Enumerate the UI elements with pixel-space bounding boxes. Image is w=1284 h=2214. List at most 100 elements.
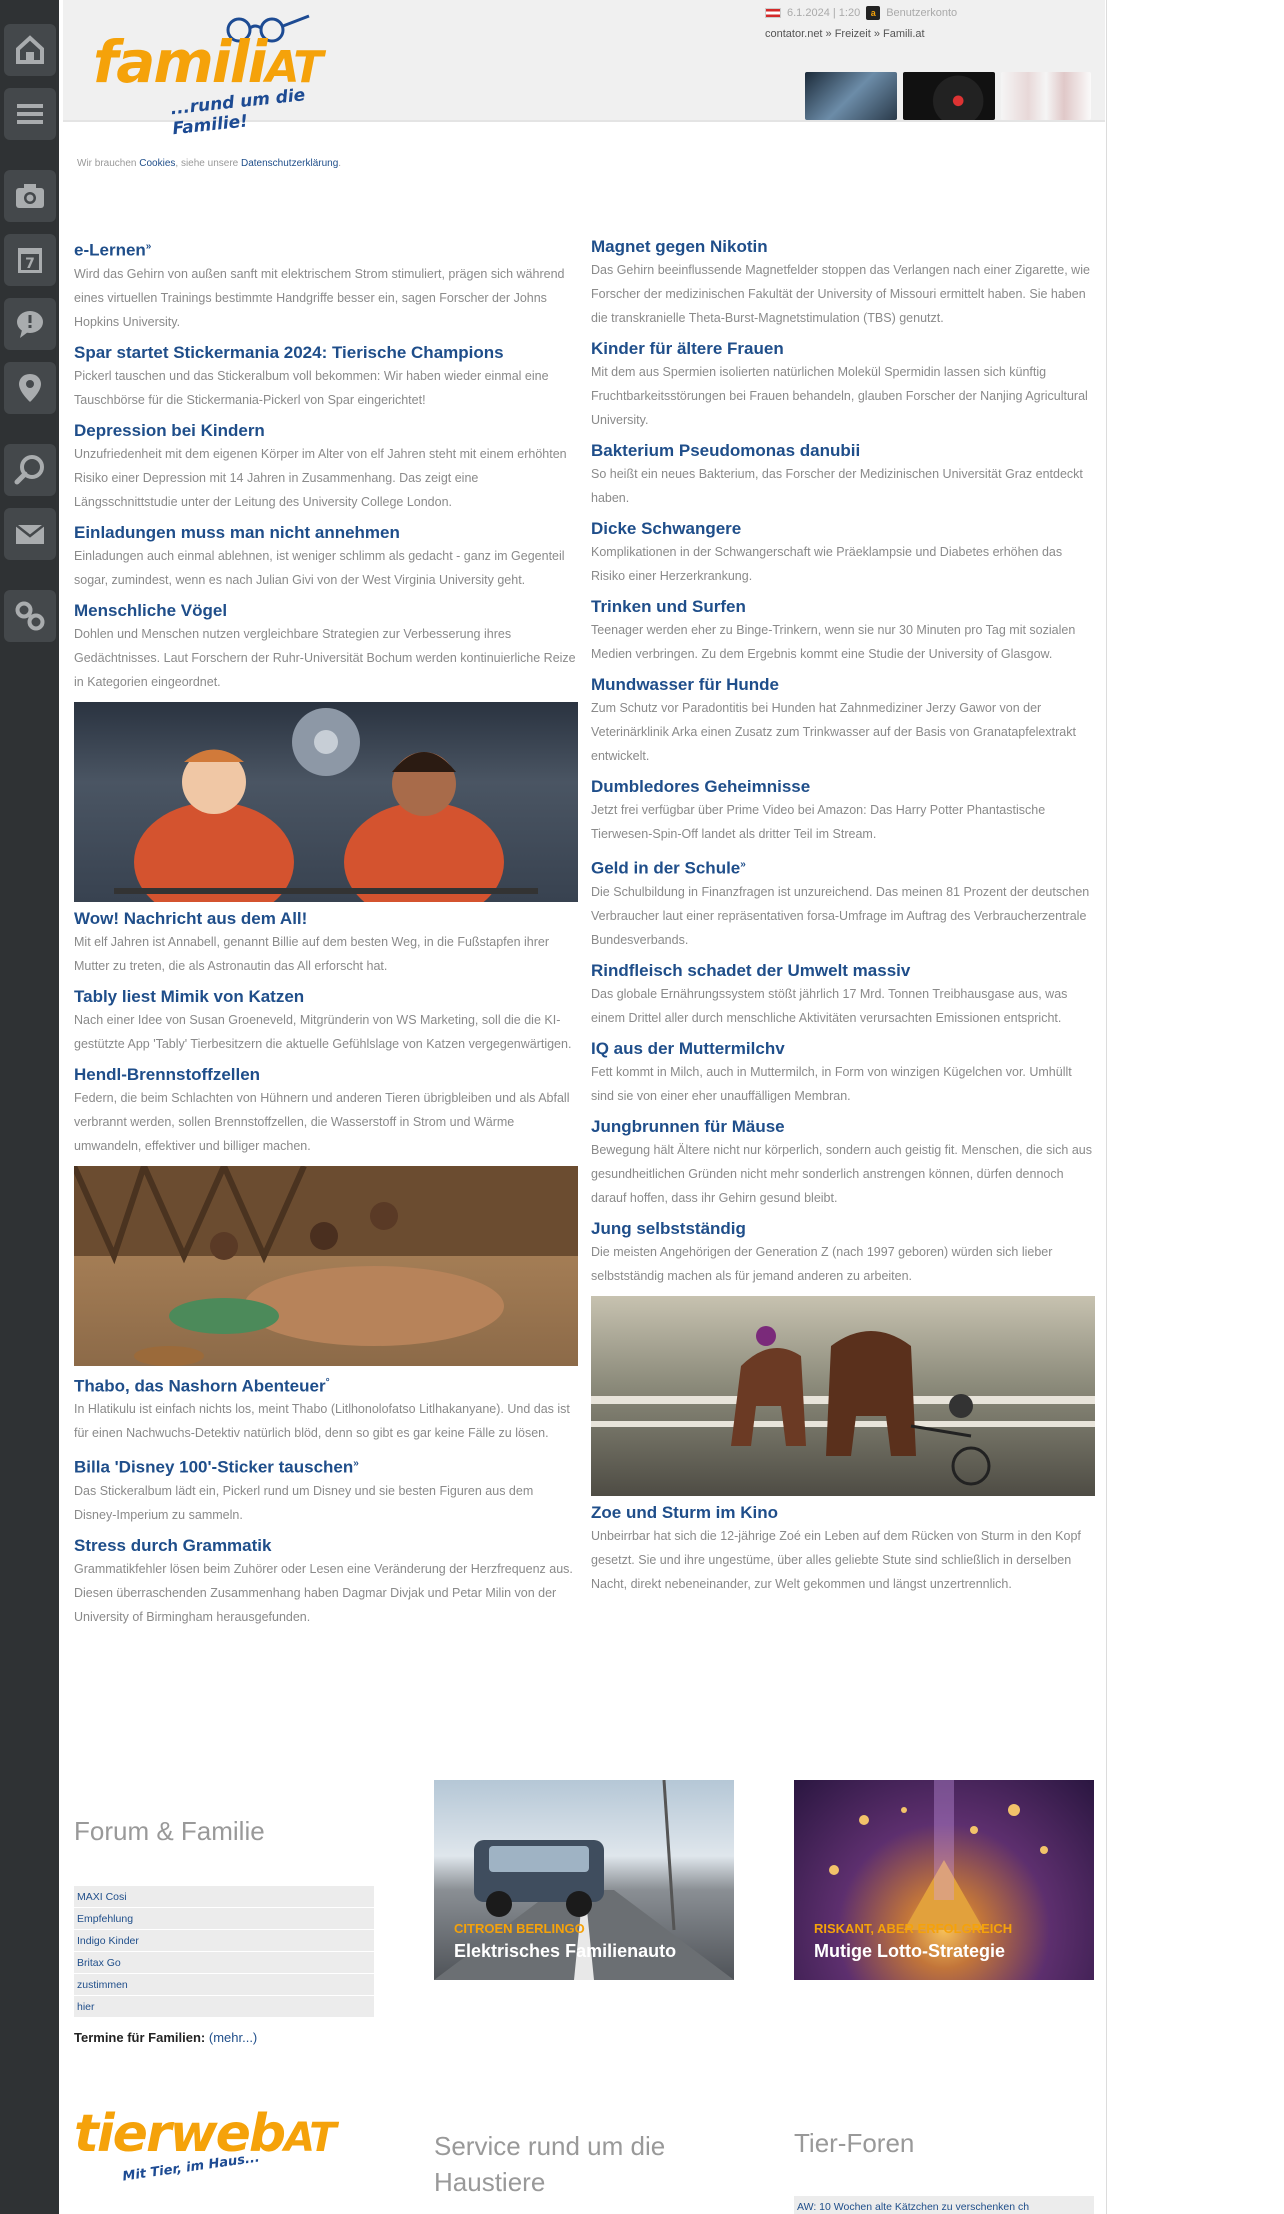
header-thumb-tech[interactable] [805, 72, 897, 120]
article-marker: ° [325, 1376, 330, 1388]
article: e-Lernen» Wird das Gehirn von außen sanft… [74, 236, 578, 334]
article: Trinken und Surfen Teenager werden eher z… [591, 596, 1095, 666]
article-title[interactable]: Thabo, das Nashorn Abenteuer° [74, 1372, 578, 1398]
article-title[interactable]: e-Lernen» [74, 236, 578, 262]
article-title[interactable]: Wow! Nachricht aus dem All! [74, 908, 578, 930]
austria-flag-icon [765, 8, 781, 18]
article-title[interactable]: Bakterium Pseudomonas danubii [591, 440, 1095, 462]
article-title[interactable]: Jung selbstständig [591, 1218, 1095, 1240]
forum-item[interactable]: Britax Go [74, 1952, 374, 1974]
article-teaser: Dohlen und Menschen nutzen vergleichbare… [74, 626, 576, 689]
right-article-column: Magnet gegen Nikotin Das Gehirn beeinflus… [591, 236, 1095, 1604]
article-title[interactable]: Jungbrunnen für Mäuse [591, 1116, 1095, 1138]
camera-icon[interactable] [4, 170, 56, 222]
settings-icon[interactable] [4, 590, 56, 642]
promo-kicker: RISKANT, ABER ERFOLGREICH [814, 1921, 1013, 1936]
astronaut-kids-image[interactable] [74, 701, 578, 902]
article-teaser: Mit dem aus Spermien isolierten natürlic… [591, 365, 1088, 427]
termine-more-link[interactable]: (mehr...) [209, 2030, 257, 2045]
promo-title: Elektrisches Familienauto [454, 1941, 677, 1961]
article: Zoe und Sturm im Kino Unbeirrbar hat sich… [591, 1295, 1095, 1596]
article-teaser: Das Stickeralbum lädt ein, Pickerl rund … [74, 1483, 534, 1522]
header-thumb-gauge[interactable] [903, 72, 995, 120]
user-icon[interactable]: a [866, 6, 881, 20]
article-title[interactable]: IQ aus der Muttermilchv [591, 1038, 1095, 1060]
article-title[interactable]: Hendl-Brennstoffzellen [74, 1064, 578, 1086]
top-meta: 6.1.2024 | 1:20 a Benutzerkonto [765, 6, 957, 20]
article: Mundwasser für Hunde Zum Schutz vor Parad… [591, 674, 1095, 768]
forum-item[interactable]: Empfehlung [74, 1908, 374, 1930]
article-title[interactable]: Mundwasser für Hunde [591, 674, 1095, 696]
article-title[interactable]: Tably liest Mimik von Katzen [74, 986, 578, 1008]
article-teaser: Unzufriedenheit mit dem eigenen Körper i… [74, 446, 567, 509]
article-title[interactable]: Geld in der Schule» [591, 854, 1095, 880]
article-title[interactable]: Dicke Schwangere [591, 518, 1095, 540]
forum-item[interactable]: hier [74, 1996, 374, 2018]
article-title[interactable]: Zoe und Sturm im Kino [591, 1502, 1095, 1524]
chat-icon[interactable] [4, 298, 56, 350]
article-teaser: Nach einer Idee von Susan Groeneveld, Mi… [74, 1012, 572, 1051]
date-time: 6.1.2024 | 1:20 [787, 7, 861, 19]
location-icon[interactable] [4, 362, 56, 414]
article-title[interactable]: Billa 'Disney 100'-Sticker tauschen» [74, 1453, 578, 1479]
article-title[interactable]: Trinken und Surfen [591, 596, 1095, 618]
article: Bakterium Pseudomonas danubii So heißt ei… [591, 440, 1095, 510]
left-sidebar: 7 [0, 0, 59, 2214]
article-teaser: Fett kommt in Milch, auch in Muttermilch… [591, 1064, 1072, 1103]
cookies-link[interactable]: Cookies [139, 158, 175, 169]
article-title[interactable]: Dumbledores Geheimnisse [591, 776, 1095, 798]
article: Dicke Schwangere Komplikationen in der Sc… [591, 518, 1095, 588]
article-marker: » [740, 859, 746, 870]
article: Einladungen muss man nicht annehmen Einla… [74, 522, 578, 592]
article: Hendl-Brennstoffzellen Federn, die beim S… [74, 1064, 578, 1158]
article: Depression bei Kindern Unzufriedenheit mi… [74, 420, 578, 514]
promo-car[interactable]: CITROEN BERLINGO Elektrisches Familienau… [434, 1780, 734, 1980]
article: Magnet gegen Nikotin Das Gehirn beeinflus… [591, 236, 1095, 330]
mail-icon[interactable] [4, 508, 56, 560]
rhino-kids-image[interactable] [74, 1165, 578, 1366]
article-teaser: So heißt ein neues Bakterium, das Forsch… [591, 467, 1083, 505]
user-account-link[interactable]: Benutzerkonto [886, 7, 957, 19]
forum-item[interactable]: Indigo Kinder [74, 1930, 374, 1952]
article-title[interactable]: Spar startet Stickermania 2024: Tierisch… [74, 342, 578, 364]
header-thumbnails [805, 72, 1091, 120]
home-icon[interactable] [4, 24, 56, 76]
logo-wordmark: familiAT [93, 28, 323, 96]
termine: Termine für Familien: (mehr...) [74, 2030, 258, 2045]
article-marker: » [145, 241, 152, 252]
article-title[interactable]: Einladungen muss man nicht annehmen [74, 522, 578, 544]
article: Wow! Nachricht aus dem All! Mit elf Jahre… [74, 701, 578, 978]
famili-logo[interactable]: familiAT ...rund um die Familie! [87, 6, 387, 139]
article-teaser: Grammatikfehler lösen beim Zuhörer oder … [74, 1561, 573, 1624]
article-teaser: Das globale Ernährungssystem stößt jährl… [591, 986, 1068, 1025]
article-teaser: Die meisten Angehörigen der Generation Z… [591, 1244, 1053, 1283]
article-title[interactable]: Menschliche Vögel [74, 600, 578, 622]
tierweb-logo[interactable]: tierwebAT Mit Tier, im Haus... [74, 2104, 374, 2185]
calendar-icon[interactable]: 7 [4, 234, 56, 286]
article-title[interactable]: Kinder für ältere Frauen [591, 338, 1095, 360]
search-icon[interactable] [4, 444, 56, 496]
article-title[interactable]: Stress durch Grammatik [74, 1535, 578, 1557]
svg-text:7: 7 [25, 256, 35, 272]
promo-lotto[interactable]: RISKANT, ABER ERFOLGREICH Mutige Lotto-S… [794, 1780, 1094, 1980]
horses-image[interactable] [591, 1295, 1095, 1496]
tierforen-title: Tier-Foren [794, 2128, 915, 2158]
article-title[interactable]: Rindfleisch schadet der Umwelt massiv [591, 960, 1095, 982]
forum-item[interactable]: zustimmen [74, 1974, 374, 1996]
article-title[interactable]: Magnet gegen Nikotin [591, 236, 1095, 258]
article-teaser: Federn, die beim Schlachten von Hühnern … [74, 1090, 570, 1153]
article: Dumbledores Geheimnisse Jetzt frei verfüg… [591, 776, 1095, 846]
article: Jungbrunnen für Mäuse Bewegung hält Älter… [591, 1116, 1095, 1210]
forum-item[interactable]: MAXI Cosi [74, 1886, 374, 1908]
breadcrumb[interactable]: contator.net » Freizeit » Famili.at [765, 28, 925, 40]
tierforen-item[interactable]: AW: 10 Wochen alte Kätzchen zu verschenk… [794, 2196, 1094, 2214]
article: Spar startet Stickermania 2024: Tierisch… [74, 342, 578, 412]
privacy-link[interactable]: Datenschutzerklärung [241, 158, 338, 169]
menu-icon[interactable] [4, 88, 56, 140]
header-thumb-products[interactable] [1001, 72, 1091, 120]
article-teaser: Jetzt frei verfügbar über Prime Video be… [591, 803, 1046, 841]
cookie-notice: Wir brauchen Cookies, siehe unsere Daten… [77, 158, 342, 169]
article-teaser: Unbeirrbar hat sich die 12-jährige Zoé e… [591, 1528, 1081, 1591]
article-teaser: Mit elf Jahren ist Annabell, genannt Bil… [74, 934, 550, 973]
article-title[interactable]: Depression bei Kindern [74, 420, 578, 442]
